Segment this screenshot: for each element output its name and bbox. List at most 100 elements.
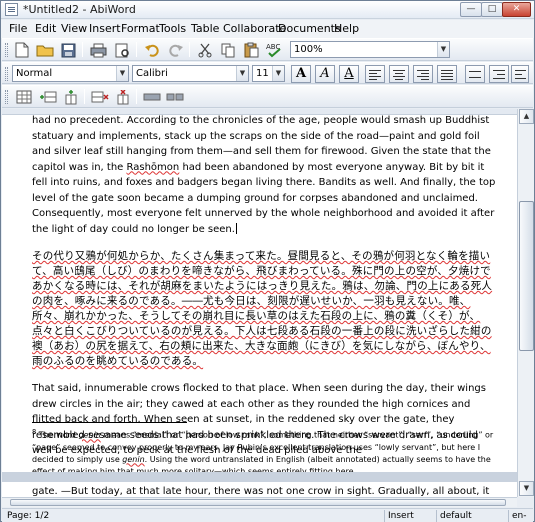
maximize-button[interactable]: □: [481, 2, 503, 17]
align-right-button[interactable]: [413, 65, 433, 83]
english-paragraph-1[interactable]: had no precedent. According to the chron…: [32, 113, 497, 237]
print-preview-icon: [115, 43, 129, 57]
save-button[interactable]: [58, 41, 78, 59]
table-grid-icon: [16, 90, 32, 104]
folder-icon: [36, 45, 54, 57]
outdent-button[interactable]: [511, 65, 529, 83]
text-cursor: [235, 223, 237, 234]
table-toolbar: [2, 85, 533, 108]
menu-format[interactable]: Format: [121, 22, 160, 35]
scroll-up-arrow-icon[interactable]: ▲: [519, 109, 534, 124]
font-combo[interactable]: Calibri ▼: [132, 65, 249, 82]
misspelled-word: Rashōmon: [126, 161, 180, 173]
align-center-button[interactable]: [389, 65, 409, 83]
chevron-down-icon[interactable]: ▼: [437, 42, 449, 57]
split-cells-icon: [166, 93, 184, 101]
menu-table[interactable]: Table: [191, 22, 219, 35]
title-bar: *Untitled2 - AbiWord — □ ✕: [1, 1, 534, 19]
delete-row-icon: [91, 91, 109, 103]
zoom-value: 100%: [294, 44, 323, 55]
toolbar-separator: [82, 42, 83, 57]
underline-button[interactable]: A: [339, 65, 359, 83]
align-left-button[interactable]: [365, 65, 385, 83]
spellcheck-button[interactable]: ABC: [265, 41, 285, 59]
menu-insert[interactable]: Insert: [89, 22, 121, 35]
bold-button[interactable]: A: [291, 65, 311, 83]
print-button[interactable]: [88, 41, 108, 59]
abiword-app-icon: [5, 3, 18, 16]
menu-help[interactable]: Help: [334, 22, 359, 35]
menu-documents[interactable]: Documents: [278, 22, 341, 35]
scroll-down-arrow-icon[interactable]: ▼: [519, 481, 534, 496]
font-value: Calibri: [136, 68, 168, 79]
style-combo[interactable]: Normal ▼: [12, 65, 129, 82]
redo-icon: [168, 44, 183, 57]
style-value: Normal: [16, 68, 53, 79]
toolbar-separator: [136, 89, 137, 104]
window-title: *Untitled2 - AbiWord: [23, 3, 136, 16]
page-indicator: Page: 1/2: [7, 511, 50, 521]
open-button[interactable]: [35, 41, 55, 59]
page-2-text[interactable]: gate. —But today, at that late hour, the…: [32, 485, 497, 497]
insert-column-button[interactable]: [61, 88, 81, 106]
floppy-disk-icon: [61, 43, 75, 57]
document-canvas[interactable]: had no precedent. According to the chron…: [2, 109, 517, 497]
spellcheck-icon: ABC: [266, 43, 281, 58]
chevron-down-icon[interactable]: ▼: [116, 66, 128, 81]
paste-button[interactable]: [241, 41, 261, 59]
line-spacing-button[interactable]: [465, 65, 485, 83]
format-toolbar: Normal ▼ Calibri ▼ 11 ▼ A A A: [2, 62, 533, 84]
toolbar-separator: [189, 42, 190, 57]
delete-column-icon: [117, 89, 129, 104]
merge-cells-button[interactable]: [142, 88, 162, 106]
justify-button[interactable]: [437, 65, 457, 83]
toolbar-separator: [84, 89, 85, 104]
chevron-down-icon[interactable]: ▼: [272, 66, 284, 81]
misspelled-word: genin: [78, 430, 101, 440]
footnote-section: 8 The word genin means “menial” or “pers…: [32, 418, 497, 478]
print-preview-button[interactable]: [112, 41, 132, 59]
footnote-marker: 8: [32, 428, 37, 436]
new-document-icon: [15, 42, 29, 58]
new-document-button[interactable]: [12, 41, 32, 59]
document-page[interactable]: had no precedent. According to the chron…: [32, 113, 497, 471]
copy-icon: [221, 43, 234, 57]
horizontal-scrollbar[interactable]: [2, 497, 517, 507]
vertical-scroll-thumb[interactable]: [519, 201, 534, 351]
menu-view[interactable]: View: [61, 22, 87, 35]
chevron-down-icon[interactable]: ▼: [236, 66, 248, 81]
scissors-icon: [198, 43, 212, 57]
indent-button[interactable]: [489, 65, 509, 83]
menu-edit[interactable]: Edit: [35, 22, 56, 35]
redo-button[interactable]: [165, 41, 185, 59]
standard-toolbar: ABC 100% ▼: [2, 38, 533, 61]
misspelled-word: genin: [122, 454, 145, 464]
footnote-text[interactable]: 8 The word genin means “menial” or “pers…: [32, 426, 497, 478]
insert-row-button[interactable]: [38, 88, 58, 106]
footnote-part: The word: [38, 430, 76, 440]
close-button[interactable]: ✕: [502, 2, 531, 17]
split-cells-button[interactable]: [165, 88, 185, 106]
copy-button[interactable]: [218, 41, 238, 59]
vertical-scrollbar[interactable]: ▲ ▼: [517, 109, 534, 497]
undo-button[interactable]: [142, 41, 162, 59]
toolbar-grip[interactable]: [5, 43, 8, 57]
menu-bar: File Edit View Insert Format Tools Table…: [1, 20, 534, 38]
japanese-paragraph[interactable]: その代り又鴉が何処からか、たくさん集まって来た。昼間見ると、その鴉が何羽となく輪…: [32, 249, 497, 369]
page-break-gap: [2, 472, 517, 482]
delete-column-button[interactable]: [113, 88, 133, 106]
delete-row-button[interactable]: [90, 88, 110, 106]
horizontal-scroll-thumb[interactable]: [10, 499, 506, 506]
cut-button[interactable]: [195, 41, 215, 59]
toolbar-grip[interactable]: [5, 90, 8, 104]
italic-button[interactable]: A: [315, 65, 335, 83]
toolbar-grip[interactable]: [5, 67, 8, 81]
minimize-button[interactable]: —: [460, 2, 482, 17]
font-size-combo[interactable]: 11 ▼: [252, 65, 285, 82]
zoom-combo[interactable]: 100% ▼: [290, 41, 450, 58]
printer-icon: [90, 43, 106, 57]
menu-collaborate[interactable]: Collaborate: [223, 22, 286, 35]
menu-file[interactable]: File: [9, 22, 27, 35]
menu-tools[interactable]: Tools: [159, 22, 186, 35]
insert-table-button[interactable]: [14, 88, 34, 106]
